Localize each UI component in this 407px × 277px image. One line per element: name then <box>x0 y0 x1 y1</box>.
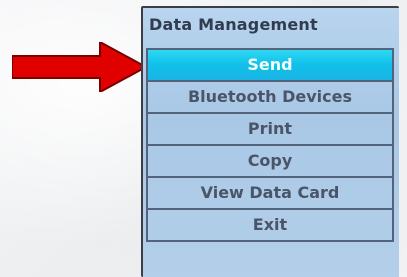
menu-item-print[interactable]: Print <box>146 114 394 146</box>
data-management-menu: Send Bluetooth Devices Print Copy View D… <box>146 48 394 277</box>
menu-item-copy[interactable]: Copy <box>146 146 394 178</box>
menu-item-send[interactable]: Send <box>146 50 394 82</box>
menu-item-view-data-card[interactable]: View Data Card <box>146 178 394 210</box>
red-arrow-icon <box>12 42 148 92</box>
device-screen: Data Management Send Bluetooth Devices P… <box>143 8 399 277</box>
device-screen-frame: Data Management Send Bluetooth Devices P… <box>141 6 399 277</box>
menu-item-exit[interactable]: Exit <box>146 210 394 242</box>
menu-title: Data Management <box>149 15 318 34</box>
menu-item-bluetooth-devices[interactable]: Bluetooth Devices <box>146 82 394 114</box>
